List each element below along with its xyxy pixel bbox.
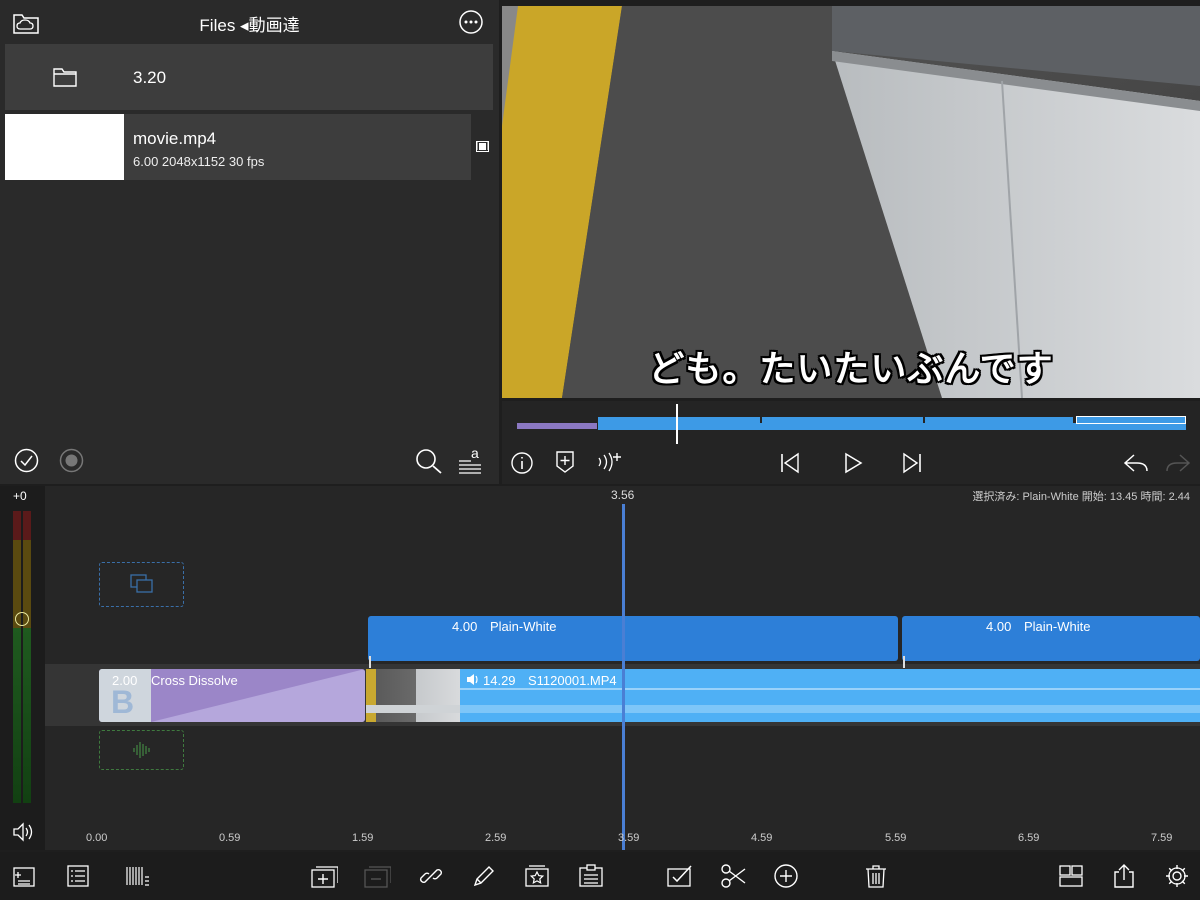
files-title: Files ◂動画達 [199, 16, 300, 35]
playhead-line[interactable] [622, 504, 625, 850]
trash-icon[interactable] [862, 862, 890, 890]
transition-name: Cross Dissolve [151, 673, 238, 688]
ruler-label: 2.59 [485, 832, 507, 844]
detach-audio-icon [363, 862, 391, 890]
pencil-icon[interactable] [470, 862, 498, 890]
waveform-icon [132, 740, 152, 760]
scrub-segment-divider [923, 417, 925, 423]
info-icon[interactable] [510, 451, 534, 475]
sort-icon[interactable]: a [458, 446, 484, 474]
add-audio-icon[interactable] [596, 450, 624, 474]
title-clip-duration: 4.00 [452, 619, 478, 634]
title-clip-duration: 4.00 [986, 619, 1012, 634]
audio-meter: +0 [0, 486, 45, 850]
play-icon[interactable] [843, 452, 863, 474]
ruler-label: 3.59 [618, 832, 640, 844]
file-list-item[interactable]: movie.mp4 6.00 2048x1152 30 fps [5, 114, 471, 180]
clip-speaker-icon [466, 673, 480, 686]
movie-name: movie.mp4 [133, 129, 217, 148]
bottom-toolbar [0, 852, 1200, 900]
settings-icon[interactable] [1163, 862, 1191, 890]
transition-clip[interactable]: B 2.00 Cross Dissolve [99, 669, 365, 722]
redo-icon[interactable] [1164, 452, 1192, 474]
share-icon[interactable] [1110, 862, 1138, 890]
title-clip-name: Plain-White [1024, 619, 1091, 634]
ruler-label: 0.00 [86, 832, 108, 844]
select-icon[interactable] [666, 862, 694, 890]
scrub-segment-divider [760, 417, 762, 423]
add-icon[interactable] [772, 862, 800, 890]
movie-meta: 6.00 2048x1152 30 fps [133, 154, 265, 169]
clip-connector [903, 656, 905, 668]
link-icon[interactable] [417, 862, 445, 890]
scrub-playhead[interactable] [676, 404, 678, 444]
files-panel: Files ◂動画達 3.20 movie.mp4 6.00 2048x1152… [0, 0, 499, 484]
playhead-time: 3.56 [611, 488, 635, 502]
subtitle-text: ども。たいたいぶんです [648, 348, 1054, 390]
ruler-label: 0.59 [219, 832, 241, 844]
more-options-icon[interactable] [459, 10, 483, 34]
video-clip-name: S1120001.MP4 [528, 673, 617, 688]
scrubber-bar[interactable] [502, 401, 1200, 484]
transition-duration: 2.00 [112, 673, 138, 688]
title-clip-name: Plain-White [490, 619, 557, 634]
clipboard-icon[interactable] [577, 862, 605, 890]
scrub-selection [1076, 416, 1186, 424]
add-audio-placeholder[interactable] [99, 730, 184, 770]
volume-knob[interactable] [15, 612, 29, 626]
add-track-icon[interactable] [10, 862, 38, 890]
search-icon[interactable] [415, 448, 443, 475]
add-marker-icon[interactable] [555, 450, 575, 474]
record-icon[interactable] [59, 448, 84, 473]
clip-connector [369, 656, 371, 668]
title-clip[interactable]: 4.00 Plain-White [368, 616, 898, 661]
svg-text:B: B [111, 684, 134, 720]
ruler-label: 6.59 [1018, 832, 1040, 844]
waveform-view-icon[interactable] [124, 862, 152, 890]
ruler-label: 7.59 [1151, 832, 1173, 844]
layout-icon[interactable] [1057, 862, 1085, 890]
add-clip-icon[interactable] [310, 862, 338, 890]
undo-icon[interactable] [1122, 452, 1150, 474]
film-stack-icon [130, 574, 154, 594]
skip-forward-icon[interactable] [901, 452, 923, 474]
folder-icon [53, 67, 77, 87]
video-preview[interactable]: ども。たいたいぶんです [502, 6, 1200, 398]
svg-text:a: a [471, 446, 479, 461]
meter-bar-left [13, 511, 21, 803]
skip-back-icon[interactable] [779, 452, 801, 474]
movie-thumbnail [5, 114, 124, 180]
checkmark-icon[interactable] [14, 448, 39, 473]
video-clip-duration: 14.29 [483, 673, 516, 688]
scissors-icon[interactable] [719, 862, 747, 890]
folder-name: 3.20 [133, 68, 167, 87]
film-icon [476, 141, 489, 152]
ruler-label: 5.59 [885, 832, 907, 844]
file-list-item[interactable]: 3.20 [5, 44, 493, 110]
meter-bar-right [23, 511, 31, 803]
timeline[interactable]: +0 3.56 選択済み: Plain-White 開始: 13.45 時間: … [0, 486, 1200, 850]
ruler-label: 4.59 [751, 832, 773, 844]
level-label: +0 [13, 489, 27, 503]
ruler-label: 1.59 [352, 832, 374, 844]
speaker-icon[interactable] [12, 822, 34, 842]
add-video-placeholder[interactable] [99, 562, 184, 607]
selection-info: 選択済み: Plain-White 開始: 13.45 時間: 2.44 [972, 491, 1190, 503]
video-clip[interactable]: 14.29 S1120001.MP4 [366, 669, 1200, 722]
scrub-segment-transition [517, 423, 597, 429]
favorite-icon[interactable] [523, 862, 551, 890]
list-view-icon[interactable] [64, 862, 92, 890]
title-clip[interactable]: 4.00 Plain-White [902, 616, 1200, 661]
